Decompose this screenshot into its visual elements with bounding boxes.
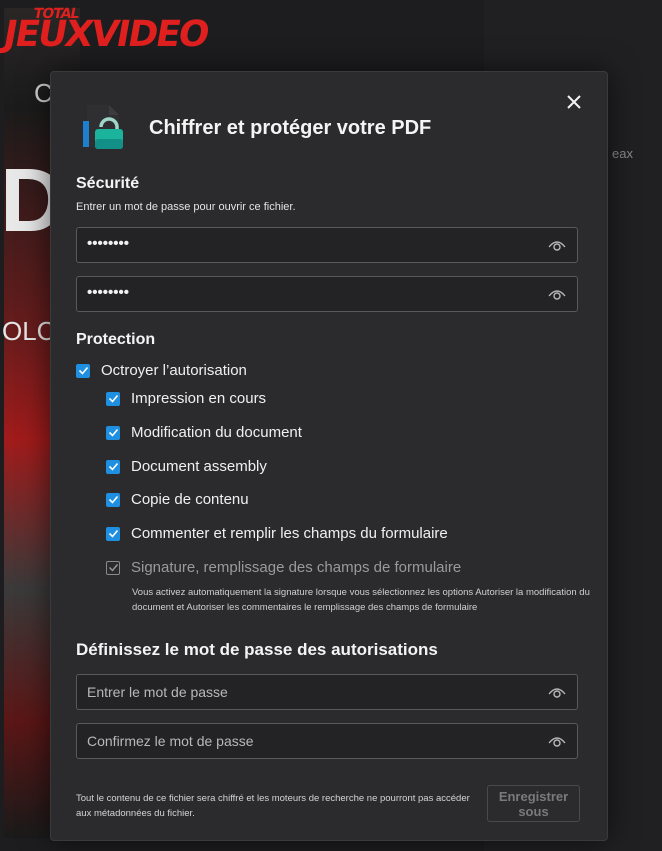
permission-copy-checkbox[interactable]: Copie de contenu bbox=[106, 491, 249, 508]
encryption-notice: Tout le contenu de ce fichier sera chiff… bbox=[76, 793, 470, 819]
permission-label: Copie de contenu bbox=[131, 491, 249, 508]
open-password-value: •••••••• bbox=[87, 235, 130, 252]
permission-label: Impression en cours bbox=[131, 390, 267, 407]
permission-label: Signature, remplissage des champs de for… bbox=[131, 559, 462, 576]
grant-permission-checkbox[interactable]: Octroyer l’autorisation bbox=[76, 362, 247, 379]
checkbox-checked-icon bbox=[106, 492, 120, 507]
permission-label: Modification du document bbox=[131, 424, 302, 441]
save-as-button[interactable]: Enregistrer sous bbox=[487, 785, 580, 822]
checkbox-checked-icon bbox=[106, 526, 120, 541]
open-password-field[interactable]: •••••••• bbox=[76, 227, 578, 263]
eye-icon[interactable] bbox=[548, 239, 566, 252]
eye-icon[interactable] bbox=[548, 686, 566, 699]
background-text: eax bbox=[612, 146, 633, 161]
permissions-confirm-field[interactable] bbox=[76, 723, 578, 759]
permission-label: Document assembly bbox=[131, 458, 267, 475]
eye-icon[interactable] bbox=[548, 735, 566, 748]
checkbox-checked-icon bbox=[76, 363, 90, 378]
checkbox-checked-icon bbox=[106, 425, 120, 440]
signature-note: Vous activez automatiquement la signatur… bbox=[132, 587, 590, 613]
security-subtitle: Entrer un mot de passe pour ouvrir ce fi… bbox=[76, 201, 296, 213]
magazine-logo: TOTAL JEUXVIDEO bbox=[0, 6, 211, 55]
permission-label: Commenter et remplir les champs du formu… bbox=[131, 525, 448, 542]
eye-icon[interactable] bbox=[548, 288, 566, 301]
permissions-heading: Définissez le mot de passe des autorisat… bbox=[76, 640, 438, 659]
close-icon[interactable] bbox=[564, 92, 584, 112]
encrypt-pdf-dialog: Chiffrer et protéger votre PDF Sécurité … bbox=[50, 71, 608, 841]
permissions-password-input[interactable] bbox=[77, 675, 527, 709]
grant-permission-label: Octroyer l’autorisation bbox=[101, 362, 247, 379]
permissions-confirm-input[interactable] bbox=[77, 724, 527, 758]
permission-signature-checkbox: Signature, remplissage des champs de for… bbox=[106, 559, 461, 576]
permission-printing-checkbox[interactable]: Impression en cours bbox=[106, 390, 266, 407]
checkbox-disabled-icon bbox=[106, 560, 120, 575]
confirm-open-password-field[interactable]: •••••••• bbox=[76, 276, 578, 312]
security-heading: Sécurité bbox=[76, 175, 140, 192]
checkbox-checked-icon bbox=[106, 391, 120, 406]
permission-assembly-checkbox[interactable]: Document assembly bbox=[106, 458, 267, 475]
checkbox-checked-icon bbox=[106, 459, 120, 474]
confirm-open-password-value: •••••••• bbox=[87, 284, 130, 301]
dialog-title: Chiffrer et protéger votre PDF bbox=[149, 117, 432, 139]
permissions-password-field[interactable] bbox=[76, 674, 578, 710]
cover-text: OLC bbox=[2, 316, 56, 346]
permission-modification-checkbox[interactable]: Modification du document bbox=[106, 424, 302, 441]
permission-comment-checkbox[interactable]: Commenter et remplir les champs du formu… bbox=[106, 525, 448, 542]
magazine-logo-top: TOTAL bbox=[32, 6, 80, 22]
protection-heading: Protection bbox=[76, 331, 156, 348]
lock-document-icon bbox=[83, 105, 123, 149]
